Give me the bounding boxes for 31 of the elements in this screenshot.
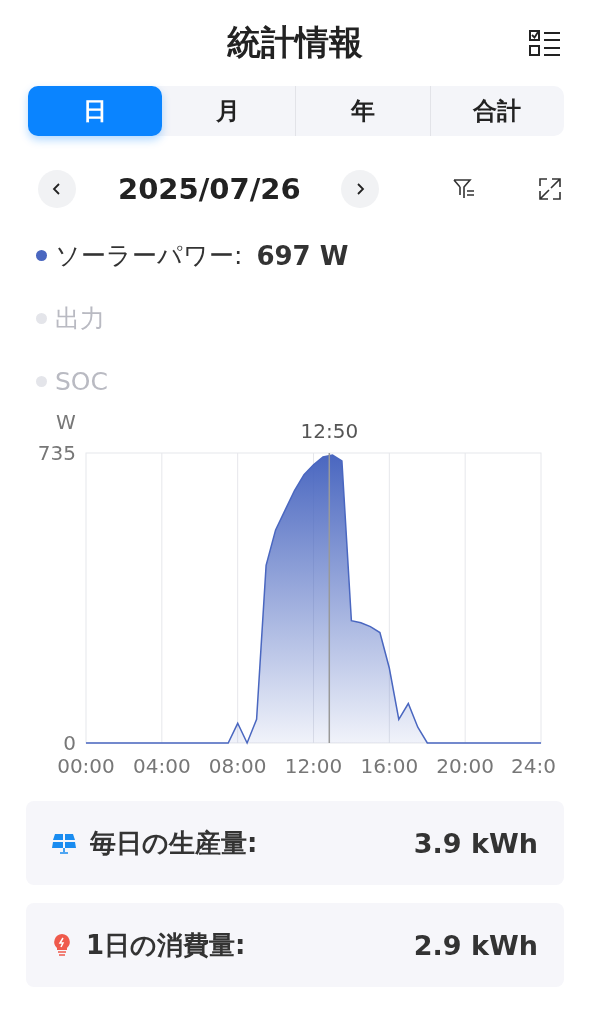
x-tick-label: 20:00 — [436, 754, 494, 778]
legend-dot — [36, 376, 47, 387]
legend-item[interactable]: ソーラーパワー: — [55, 239, 243, 272]
x-tick-label: 12:00 — [284, 754, 343, 778]
stat-value: 3.9 kWh — [413, 827, 538, 859]
period-tab[interactable]: 合計 — [429, 86, 564, 136]
x-tick-label: 00:00 — [57, 754, 115, 778]
stat-label: 1日の消費量: — [86, 928, 246, 962]
next-button[interactable] — [340, 170, 379, 208]
x-tick-label: 16:00 — [360, 754, 419, 778]
x-tick-label: 24:0 — [511, 754, 556, 778]
date-label: 2025/07/26 — [118, 172, 301, 206]
solar-panel-icon — [52, 832, 76, 854]
legend-value: 697 W — [256, 240, 349, 271]
legend-dot — [36, 313, 47, 324]
period-tab[interactable]: 年 — [295, 86, 430, 136]
stat-label: 毎日の生産量: — [90, 826, 258, 860]
chevron-left-icon — [51, 183, 63, 195]
x-tick-label: 04:00 — [133, 754, 191, 778]
x-tick-label: 08:00 — [208, 754, 267, 778]
previous-button[interactable] — [38, 170, 76, 208]
stat-value: 2.9 kWh — [413, 929, 538, 961]
page-title: 統計情報 — [227, 21, 363, 64]
y-tick-label: 735 — [37, 441, 76, 465]
period-tab[interactable]: 月 — [161, 86, 295, 136]
expand-icon[interactable] — [538, 177, 562, 201]
lightbulb-icon — [52, 933, 72, 957]
cursor-time-label: 12:50 — [300, 419, 359, 443]
y-tick-label: 0 — [63, 731, 76, 755]
period-tab[interactable]: 日 — [28, 86, 162, 136]
y-axis-unit: W — [56, 411, 76, 434]
